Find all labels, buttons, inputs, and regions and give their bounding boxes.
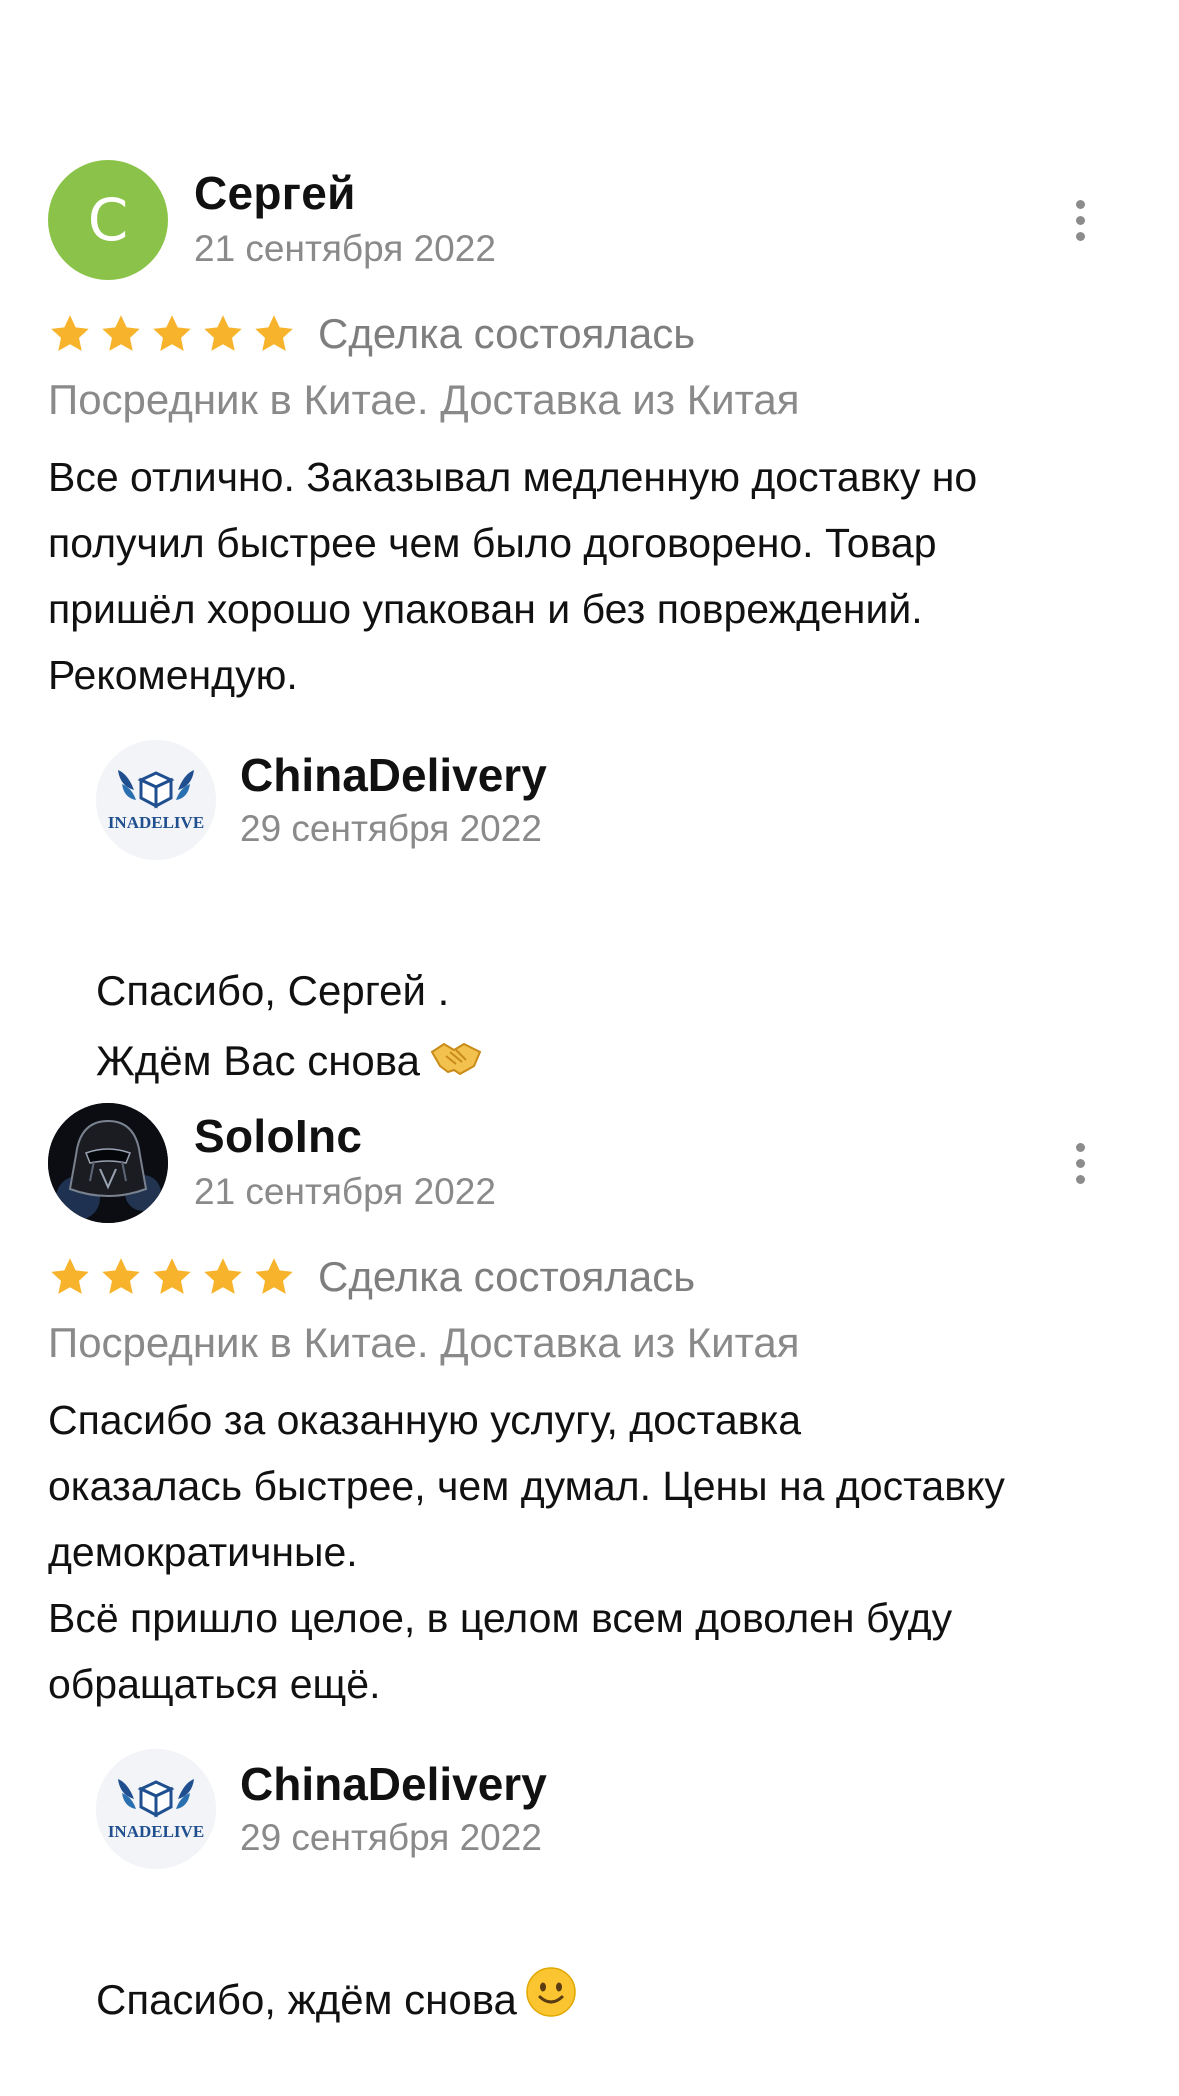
dot-icon: [1075, 199, 1085, 209]
ad-category[interactable]: Посредник в Китае. Доставка из Китая: [48, 1319, 800, 1367]
deal-status: Сделка состоялась: [318, 1253, 696, 1300]
darth-vader-avatar[interactable]: [48, 1103, 168, 1223]
star-icon: [99, 1255, 143, 1299]
star-icon: [252, 312, 296, 356]
star-icon: [252, 1255, 296, 1299]
dot-icon: [1075, 215, 1085, 225]
ad-category[interactable]: Посредник в Китае. Доставка из Китая: [48, 376, 800, 424]
star-icon: [99, 312, 143, 356]
seller-logo: [96, 740, 216, 860]
review-date: 21 сентября 2022: [194, 1171, 496, 1212]
handshake-icon: [428, 1029, 484, 1099]
more-options-button[interactable]: [1050, 1133, 1110, 1193]
star-icon: [201, 1255, 245, 1299]
star-icon: [150, 312, 194, 356]
author-name[interactable]: Сергей: [194, 166, 356, 220]
more-options-button[interactable]: [1050, 190, 1110, 250]
reply-text-content: Спасибо, ждём снова: [96, 1976, 517, 2023]
avatar-letter: С: [87, 186, 129, 254]
smiley-icon: [525, 1966, 577, 2039]
review-date: 21 сентября 2022: [194, 228, 496, 269]
reply-date: 29 сентября 2022: [240, 1817, 542, 1858]
star-icon: [201, 312, 245, 356]
reply-text: Спасибо, ждём снова: [96, 1895, 1096, 2039]
reply-author[interactable]: ChinaDelivery: [240, 748, 547, 802]
rating-stars: [48, 312, 296, 356]
reply-text-content: Спасибо, Сергей . Ждём Вас снова: [96, 967, 450, 1084]
star-icon: [150, 1255, 194, 1299]
star-icon: [48, 1255, 92, 1299]
reply-author[interactable]: ChinaDelivery: [240, 1757, 547, 1811]
author-name[interactable]: SoloInc: [194, 1109, 362, 1163]
dot-icon: [1075, 1142, 1085, 1152]
dot-icon: [1075, 1174, 1085, 1184]
dot-icon: [1075, 1158, 1085, 1168]
reply-text: Спасибо, Сергей . Ждём Вас снова: [96, 886, 1096, 1099]
seller-logo: [96, 1749, 216, 1869]
review-text: Все отлично. Заказывал медленную доставк…: [48, 454, 978, 698]
star-icon: [48, 312, 92, 356]
review-text: Спасибо за оказанную услугу, доставка ок…: [48, 1397, 1005, 1707]
deal-status: Сделка состоялась: [318, 310, 696, 357]
reply-date: 29 сентября 2022: [240, 808, 542, 849]
avatar[interactable]: С: [48, 160, 168, 280]
dot-icon: [1075, 231, 1085, 241]
rating-stars: [48, 1255, 296, 1299]
